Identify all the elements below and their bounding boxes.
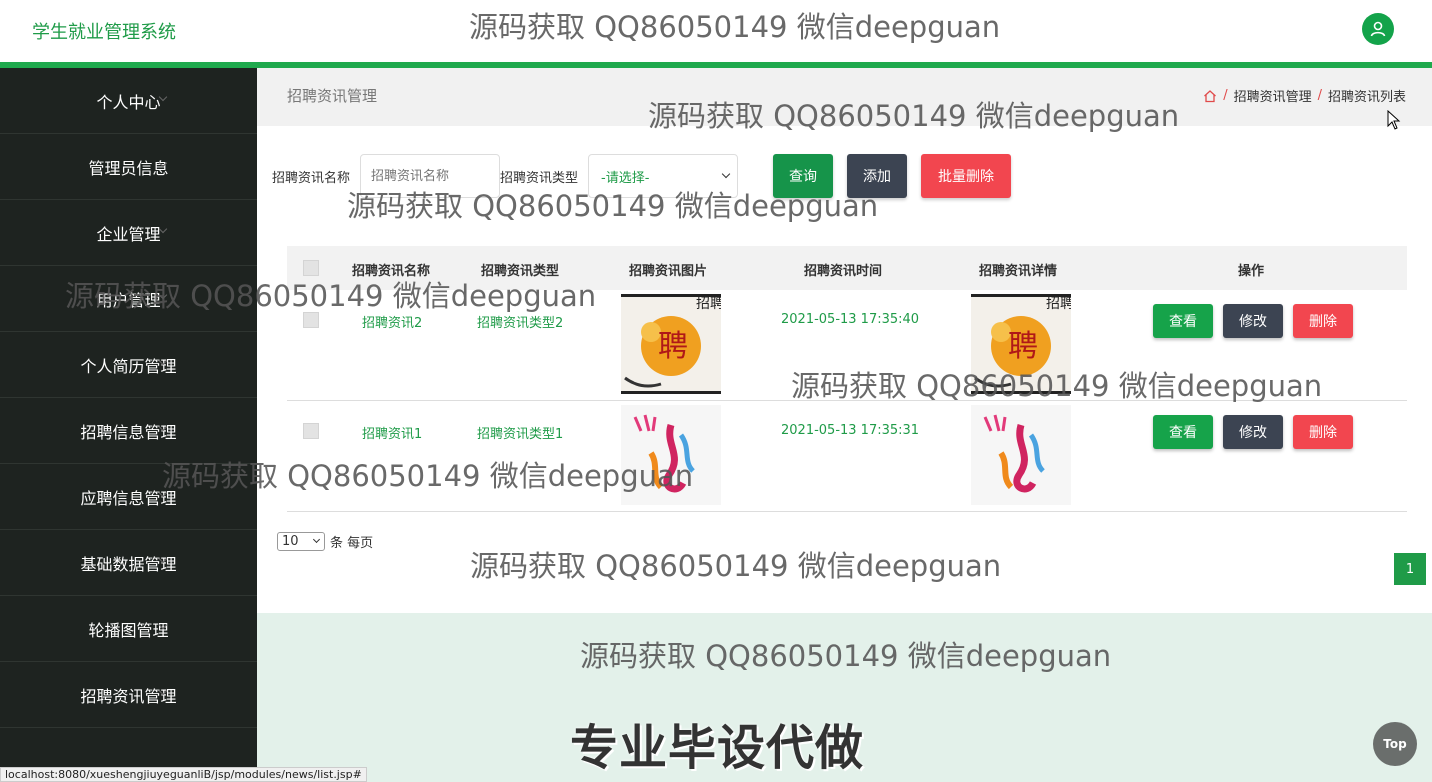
- promo-banner-text: 专业毕设代做: [570, 720, 865, 776]
- chevron-down-icon: [312, 535, 321, 544]
- add-button[interactable]: 添加: [847, 154, 907, 198]
- news-name: 招聘资讯2: [362, 316, 423, 331]
- column-header: 招聘资讯图片: [629, 264, 708, 279]
- sidebar-item-label: 个人中心: [96, 92, 161, 112]
- svg-text:招聘: 招聘: [696, 296, 721, 312]
- app-brand[interactable]: 学生就业管理系统: [32, 18, 176, 44]
- edit-button[interactable]: 修改: [1223, 304, 1283, 338]
- news-detail-image: [971, 405, 1071, 505]
- breadcrumb-item-current: 招聘资讯列表: [1327, 90, 1406, 105]
- svg-text:聘: 聘: [1008, 329, 1038, 364]
- news-image: 聘 招聘: [621, 294, 721, 394]
- mouse-cursor-icon: [1387, 110, 1401, 130]
- column-header: 招聘资讯类型: [481, 264, 560, 279]
- column-header: 招聘资讯时间: [804, 264, 883, 279]
- breadcrumb-bar: 招聘资讯管理 / 招聘资讯管理 / 招聘资讯列表: [257, 68, 1432, 126]
- breadcrumb-item[interactable]: 招聘资讯管理: [1234, 86, 1312, 105]
- news-type: 招聘资讯类型2: [477, 316, 564, 331]
- page-size-control: 10 条 每页: [277, 532, 373, 551]
- type-filter-label: 招聘资讯类型: [500, 171, 579, 186]
- table-row: 招聘资讯1 招聘资讯类型1 2021-05-13 17:35:31 查看 修改 …: [287, 401, 1407, 512]
- table-row: 招聘资讯2 招聘资讯类型2 聘 招聘 2021-05-13 17:35:40 聘…: [287, 290, 1407, 401]
- column-header: 操作: [1238, 264, 1265, 279]
- news-table: 招聘资讯名称 招聘资讯类型 招聘资讯图片 招聘资讯时间 招聘资讯详情 操作 招聘…: [287, 246, 1407, 512]
- view-button[interactable]: 查看: [1153, 415, 1213, 449]
- column-header: 招聘资讯详情: [979, 264, 1058, 279]
- page-size-select[interactable]: 10: [277, 532, 325, 551]
- name-search-input[interactable]: [360, 154, 500, 198]
- page-title: 招聘资讯管理: [287, 87, 378, 105]
- sidebar-item-users[interactable]: 用户管理: [0, 266, 257, 332]
- search-form: 招聘资讯名称 招聘资讯类型 -请选择- 查询 添加 批量删除: [272, 154, 1032, 198]
- sidebar-item-news[interactable]: 招聘资讯管理: [0, 662, 257, 728]
- sidebar-item-base-data[interactable]: 基础数据管理: [0, 530, 257, 596]
- news-time: 2021-05-13 17:35:40: [781, 312, 920, 327]
- news-type: 招聘资讯类型1: [477, 427, 564, 442]
- breadcrumb-separator: /: [1223, 88, 1228, 103]
- breadcrumb-separator: /: [1317, 88, 1322, 103]
- breadcrumb: / 招聘资讯管理 / 招聘资讯列表: [1203, 86, 1406, 105]
- sidebar-item-carousel[interactable]: 轮播图管理: [0, 596, 257, 662]
- chevron-down-icon: [721, 169, 731, 179]
- delete-button[interactable]: 删除: [1293, 415, 1353, 449]
- page-number-button[interactable]: 1: [1394, 553, 1426, 585]
- table-header: 招聘资讯名称 招聘资讯类型 招聘资讯图片 招聘资讯时间 招聘资讯详情 操作: [287, 246, 1407, 290]
- sidebar-item-label: 轮播图管理: [88, 620, 169, 640]
- sidebar-item-label: 企业管理: [96, 224, 161, 244]
- name-filter-label: 招聘资讯名称: [272, 171, 351, 186]
- page-size-value: 10: [282, 534, 299, 549]
- home-icon[interactable]: [1203, 89, 1217, 103]
- edit-button[interactable]: 修改: [1223, 415, 1283, 449]
- sidebar: 个人中心 管理员信息 企业管理 用户管理 个人简历管理 招聘信息管理 应聘信息管…: [0, 68, 257, 782]
- query-button[interactable]: 查询: [773, 154, 833, 198]
- news-image: [621, 405, 721, 505]
- svg-text:招聘: 招聘: [1046, 296, 1071, 312]
- batch-delete-button[interactable]: 批量删除: [921, 154, 1011, 198]
- sidebar-item-applications[interactable]: 应聘信息管理: [0, 464, 257, 530]
- news-detail-image: 聘 招聘: [971, 294, 1071, 394]
- watermark-text: 源码获取 QQ86050149 微信deepguan: [470, 549, 1002, 583]
- sidebar-item-company[interactable]: 企业管理: [0, 200, 257, 266]
- back-to-top-button[interactable]: Top: [1373, 722, 1417, 766]
- browser-status-url: localhost:8080/xueshengjiuyeguanliB/jsp/…: [0, 767, 367, 782]
- type-select[interactable]: -请选择-: [588, 154, 738, 198]
- row-checkbox[interactable]: [303, 312, 319, 328]
- sidebar-item-label: 用户管理: [96, 290, 161, 310]
- svg-text:聘: 聘: [658, 329, 688, 364]
- sidebar-item-label: 管理员信息: [88, 158, 169, 178]
- news-time: 2021-05-13 17:35:31: [781, 423, 920, 438]
- sidebar-item-personal-center[interactable]: 个人中心: [0, 68, 257, 134]
- per-page-label: 条 每页: [330, 536, 374, 551]
- user-avatar-icon[interactable]: [1362, 13, 1394, 45]
- delete-button[interactable]: 删除: [1293, 304, 1353, 338]
- top-bar: 学生就业管理系统: [0, 0, 1432, 62]
- row-checkbox[interactable]: [303, 423, 319, 439]
- sidebar-item-resume[interactable]: 个人简历管理: [0, 332, 257, 398]
- type-select-value: -请选择-: [601, 170, 650, 186]
- column-header: 招聘资讯名称: [352, 264, 431, 279]
- select-all-checkbox[interactable]: [303, 260, 319, 276]
- view-button[interactable]: 查看: [1153, 304, 1213, 338]
- sidebar-item-admin-info[interactable]: 管理员信息: [0, 134, 257, 200]
- news-name: 招聘资讯1: [362, 427, 423, 442]
- sidebar-item-job-info[interactable]: 招聘信息管理: [0, 398, 257, 464]
